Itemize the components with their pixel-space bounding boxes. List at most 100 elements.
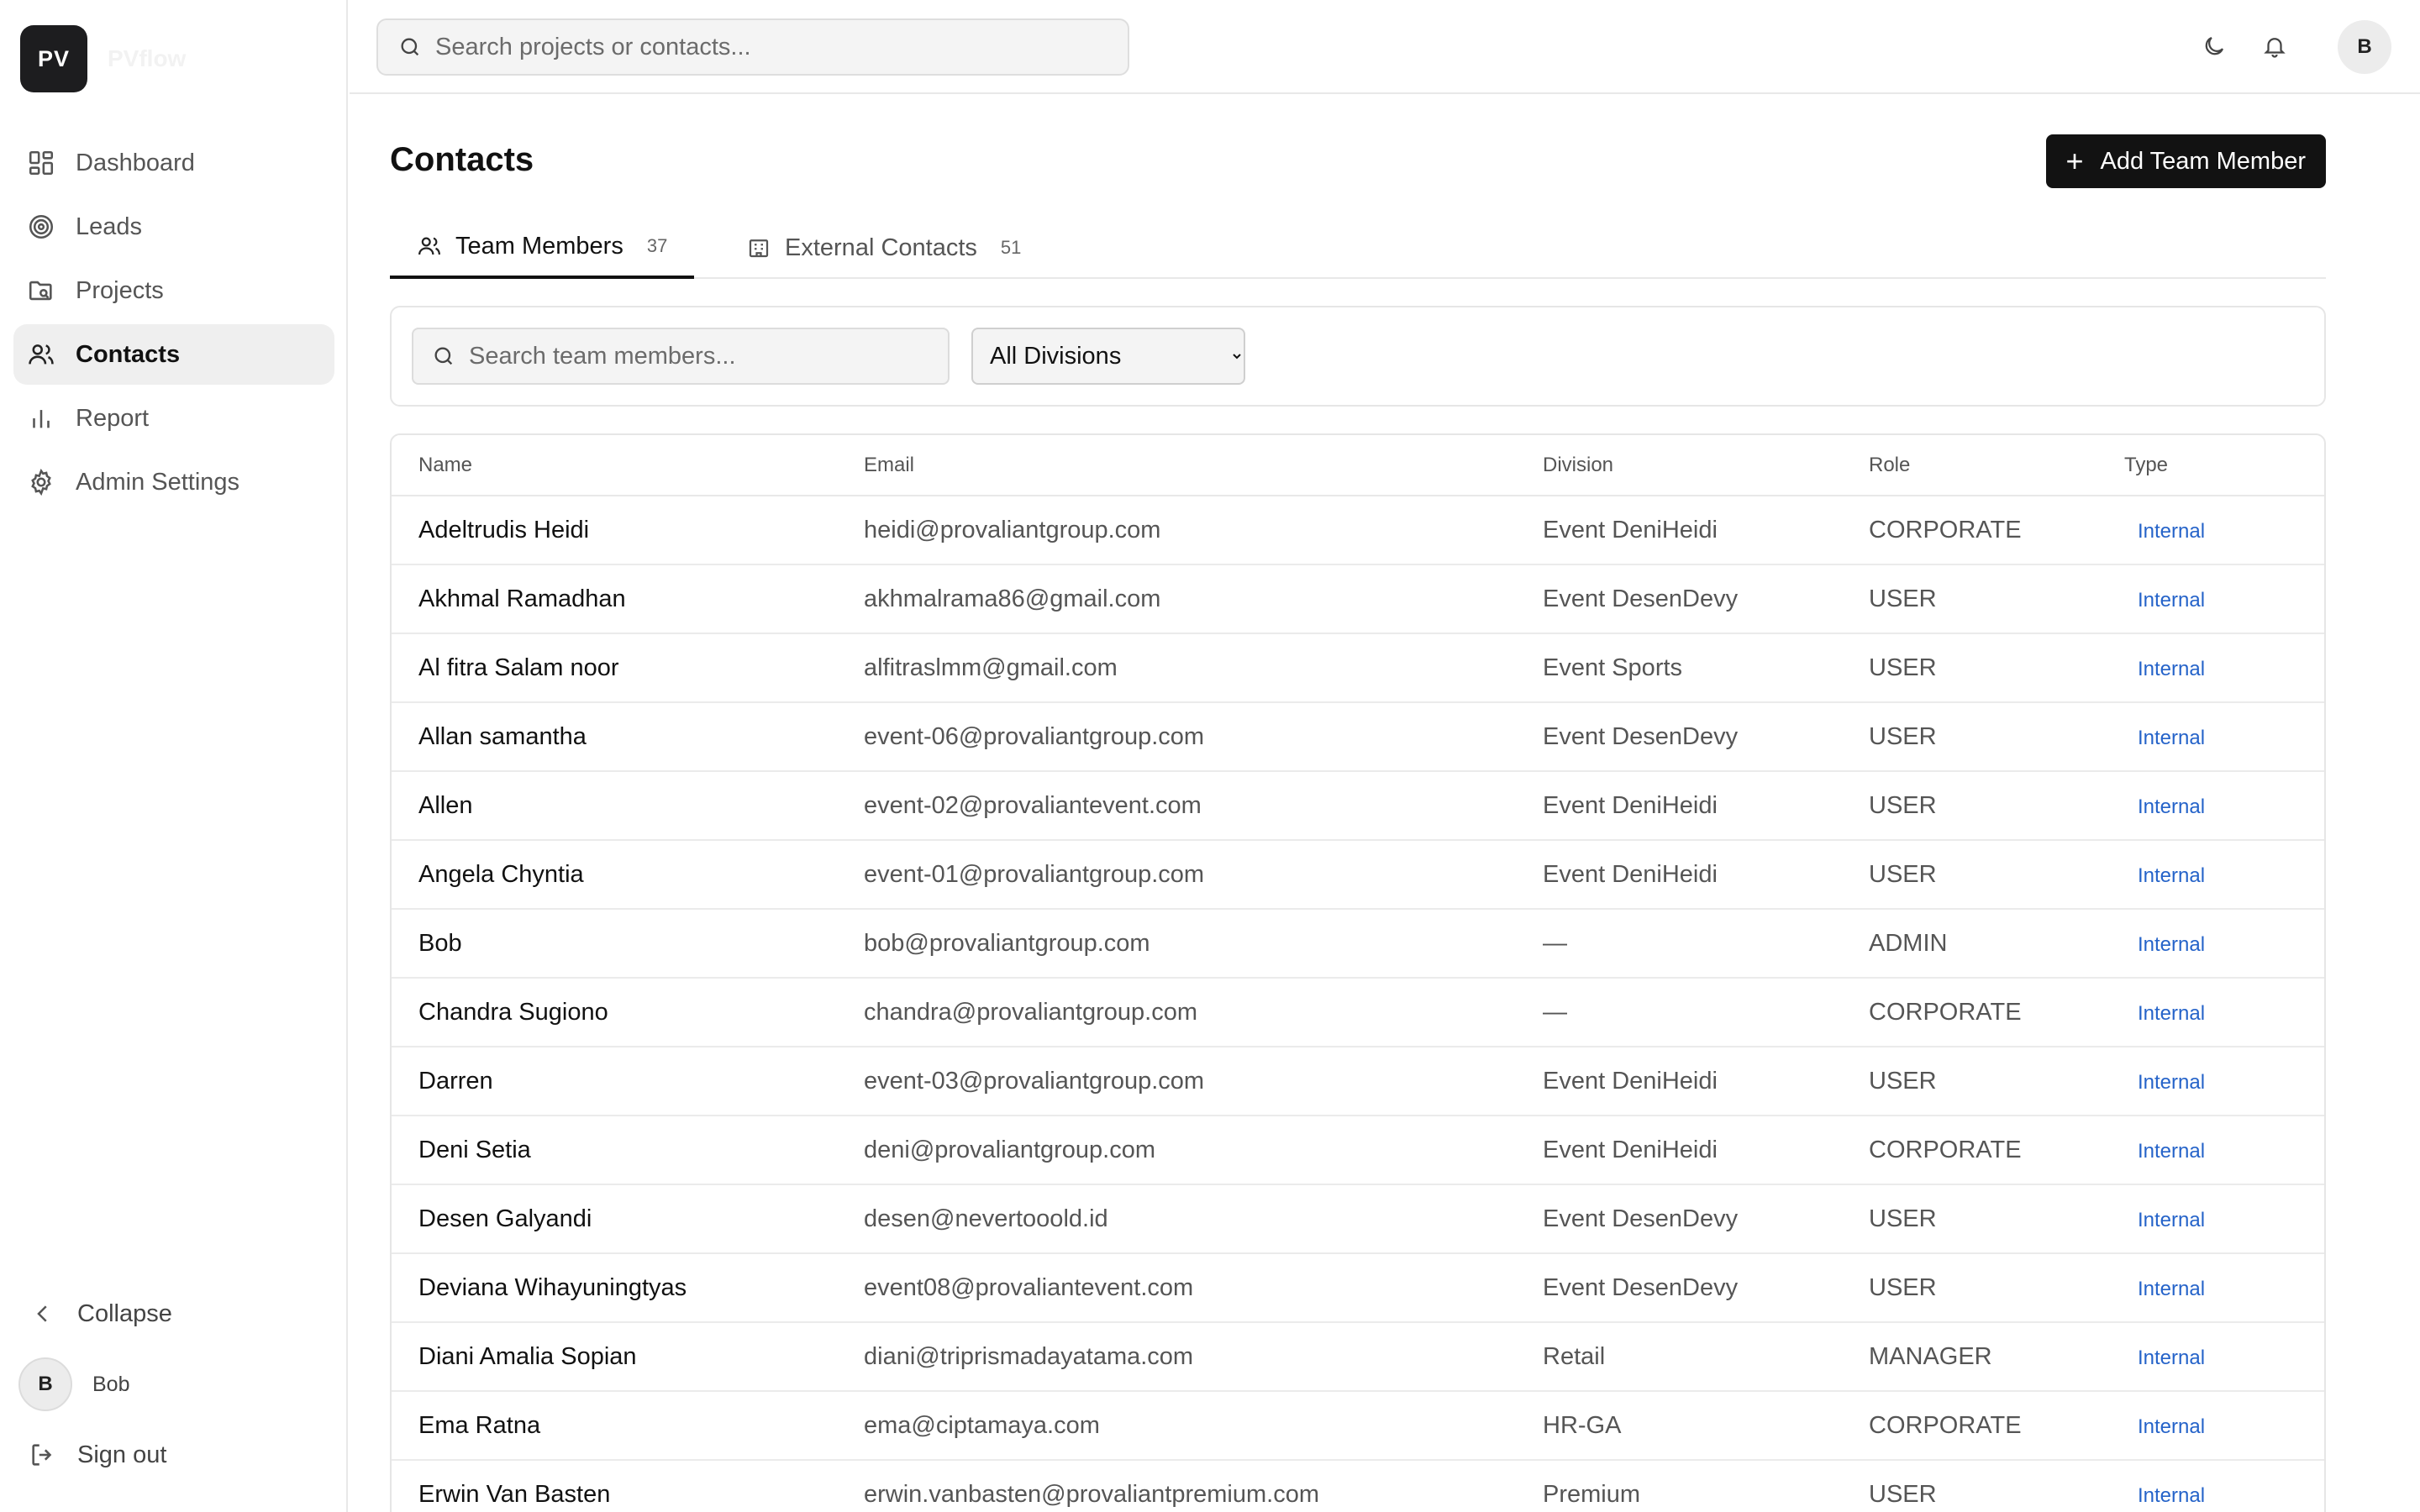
table-row[interactable]: Deni Setia deni@provaliantgroup.com Event …	[392, 1116, 2324, 1185]
table-row[interactable]: Akhmal Ramadhan akhmalrama86@gmail.com Eve…	[392, 564, 2324, 634]
cell-email: event-02@provaliantevent.com	[864, 771, 1543, 841]
table-row[interactable]: Desen Galyandi desen@nevertooold.id Event …	[392, 1184, 2324, 1254]
sidebar: PV PVflow Dashboard Leads Projects Conta…	[0, 0, 348, 1512]
cell-name: Bob	[392, 909, 864, 979]
logo: PV	[20, 25, 87, 92]
sign-out-button[interactable]: Sign out	[13, 1425, 334, 1485]
table-row[interactable]: Ema Ratna ema@ciptamaya.com HR-GA CORPORATE…	[392, 1391, 2324, 1461]
type-badge: Internal	[2138, 519, 2206, 543]
notifications-button[interactable]	[2257, 29, 2292, 64]
cell-division: Event DeniHeidi	[1543, 496, 1869, 565]
cell-role: USER	[1869, 1047, 2124, 1116]
cell-role: CORPORATE	[1869, 978, 2124, 1047]
users-icon	[29, 344, 54, 365]
cell-email: akhmalrama86@gmail.com	[864, 564, 1543, 634]
cell-type: Internal	[2124, 564, 2324, 634]
column-header-role[interactable]: Role	[1869, 435, 2124, 496]
column-header-type[interactable]: Type	[2124, 435, 2324, 496]
tab-external-contacts[interactable]: External Contacts 51	[746, 217, 1021, 279]
table-row[interactable]: Allan samantha event-06@provaliantgroup.c…	[392, 702, 2324, 772]
tab-count: 37	[646, 235, 668, 256]
table-row[interactable]: Angela Chyntia event-01@provaliantgroup.c…	[392, 840, 2324, 910]
add-team-member-button[interactable]: + Add Team Member	[2045, 134, 2326, 188]
team-members-table: Name Email Division Role Type Adeltrudis…	[390, 433, 2326, 1512]
sidebar-item-leads[interactable]: Leads	[13, 197, 334, 257]
member-search[interactable]	[412, 328, 950, 385]
column-header-name[interactable]: Name	[392, 435, 864, 496]
search-icon	[401, 38, 419, 56]
moon-icon	[2205, 36, 2224, 55]
cell-role: USER	[1869, 1184, 2124, 1254]
table-row[interactable]: Allen event-02@provaliantevent.com Event D…	[392, 771, 2324, 841]
cell-role: CORPORATE	[1869, 1391, 2124, 1461]
type-badge: Internal	[2138, 657, 2206, 680]
page-title: Contacts	[390, 141, 534, 178]
cell-name: Desen Galyandi	[392, 1184, 864, 1254]
collapse-button[interactable]: Collapse	[13, 1284, 334, 1344]
plus-icon: +	[2065, 144, 2084, 178]
cell-name: Adeltrudis Heidi	[392, 496, 864, 565]
cell-division: Retail	[1543, 1322, 1869, 1392]
table-row[interactable]: Deviana Wihayuningtyas event08@provaliant…	[392, 1253, 2324, 1323]
table-row[interactable]: Al fitra Salam noor alfitraslmm@gmail.com…	[392, 633, 2324, 703]
sidebar-item-contacts[interactable]: Contacts	[13, 324, 334, 385]
cell-division: Event DeniHeidi	[1543, 1047, 1869, 1116]
cell-name: Allen	[392, 771, 864, 841]
sidebar-user[interactable]: B Bob	[13, 1354, 334, 1415]
table-row[interactable]: Diani Amalia Sopian diani@triprismadayata…	[392, 1322, 2324, 1392]
sidebar-item-projects[interactable]: Projects	[13, 260, 334, 321]
sidebar-item-label: Admin Settings	[76, 468, 240, 496]
user-avatar-button[interactable]: B	[2338, 20, 2391, 74]
member-search-input[interactable]	[469, 342, 939, 370]
table-row[interactable]: Adeltrudis Heidi heidi@provaliantgroup.co…	[392, 496, 2324, 565]
folder-icon	[29, 281, 52, 301]
cell-division: Event DesenDevy	[1543, 1253, 1869, 1323]
cell-type: Internal	[2124, 1047, 2324, 1116]
cell-division: Event DeniHeidi	[1543, 840, 1869, 910]
cell-role: CORPORATE	[1869, 1116, 2124, 1185]
global-search-input[interactable]	[435, 33, 1107, 61]
tab-label: External Contacts	[785, 234, 977, 261]
cell-name: Allan samantha	[392, 702, 864, 772]
sidebar-item-admin-settings[interactable]: Admin Settings	[13, 452, 334, 512]
division-filter-select[interactable]: All Divisions	[971, 328, 1245, 385]
sidebar-item-label: Contacts	[76, 340, 181, 368]
cell-email: event-01@provaliantgroup.com	[864, 840, 1543, 910]
tabs: Team Members 37 External Contacts 51	[390, 217, 2326, 279]
cell-division: Premium	[1543, 1460, 1869, 1512]
cell-email: desen@nevertooold.id	[864, 1184, 1543, 1254]
sidebar-item-dashboard[interactable]: Dashboard	[13, 133, 334, 193]
tab-team-members[interactable]: Team Members 37	[390, 217, 695, 279]
logo-area[interactable]: PV PVflow	[20, 25, 186, 92]
cell-type: Internal	[2124, 909, 2324, 979]
cell-name: Ema Ratna	[392, 1391, 864, 1461]
sidebar-item-label: Report	[76, 404, 150, 432]
cell-role: USER	[1869, 840, 2124, 910]
sidebar-item-report[interactable]: Report	[13, 388, 334, 449]
table-row[interactable]: Erwin Van Basten erwin.vanbasten@provalia…	[392, 1460, 2324, 1512]
table-row[interactable]: Darren event-03@provaliantgroup.com Event …	[392, 1047, 2324, 1116]
cell-type: Internal	[2124, 1253, 2324, 1323]
cell-type: Internal	[2124, 978, 2324, 1047]
cell-division: HR-GA	[1543, 1391, 1869, 1461]
sidebar-item-label: Dashboard	[76, 149, 195, 176]
type-badge: Internal	[2138, 726, 2206, 749]
cell-role: USER	[1869, 771, 2124, 841]
cell-division: Event Sports	[1543, 633, 1869, 703]
add-button-label: Add Team Member	[2100, 147, 2306, 175]
cell-type: Internal	[2124, 1460, 2324, 1512]
cell-type: Internal	[2124, 840, 2324, 910]
cell-type: Internal	[2124, 496, 2324, 565]
theme-toggle-button[interactable]	[2196, 29, 2232, 64]
column-header-email[interactable]: Email	[864, 435, 1543, 496]
search-icon	[434, 347, 453, 365]
cell-email: heidi@provaliantgroup.com	[864, 496, 1543, 565]
cell-role: USER	[1869, 633, 2124, 703]
cell-role: USER	[1869, 1460, 2124, 1512]
global-search[interactable]	[376, 18, 1129, 76]
cell-type: Internal	[2124, 1184, 2324, 1254]
table-row[interactable]: Chandra Sugiono chandra@provaliantgroup.c…	[392, 978, 2324, 1047]
table-row[interactable]: Bob bob@provaliantgroup.com — ADMIN Internal	[392, 909, 2324, 979]
tab-count: 51	[1000, 237, 1022, 258]
column-header-division[interactable]: Division	[1543, 435, 1869, 496]
